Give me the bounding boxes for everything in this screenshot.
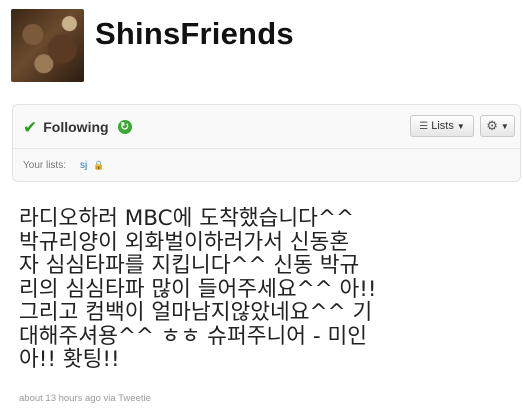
tweet-meta: about 13 hours ago via Tweetie bbox=[19, 393, 151, 404]
following-label: Following bbox=[43, 119, 109, 135]
list-link-sj[interactable]: sj bbox=[80, 160, 87, 171]
profile-screen-name: ShinsFriends bbox=[95, 16, 294, 51]
tweet-line: 대해주셔용^^ ㅎㅎ 슈퍼주니어 - 미인 bbox=[19, 323, 368, 349]
settings-menu-button[interactable]: ⚙ ▼ bbox=[480, 115, 515, 137]
tweet-line: 박규리양이 외화벌이하러가서 신동혼 bbox=[19, 229, 350, 255]
tweet-source-link[interactable]: Tweetie bbox=[118, 393, 151, 404]
lists-icon: ☰ bbox=[419, 120, 429, 132]
tweet-line: 자 심심타파를 지킵니다^^ 신동 박규 bbox=[19, 253, 360, 278]
tweet-line: 아!! 홧팅!! bbox=[19, 347, 120, 372]
lists-button[interactable]: ☰ Lists ▼ bbox=[410, 115, 474, 137]
checkmark-icon: ✔ bbox=[23, 117, 38, 137]
tweet-text: 라디오하러 MBC에 도착했습니다^^ 박규리양이 외화벌이하러가서 신동혼 자… bbox=[19, 207, 469, 372]
refresh-icon[interactable]: ↻ bbox=[117, 120, 132, 134]
tweet-line: 그리고 컴백이 얼마남지않았네요^^ 기 bbox=[19, 300, 373, 325]
following-status[interactable]: ✔ Following ↻ bbox=[23, 117, 132, 137]
chevron-down-icon: ▼ bbox=[500, 121, 509, 131]
tweet-line: 리의 심심타파 많이 들어주세요^^ 아!! bbox=[19, 276, 377, 302]
via-label: via bbox=[103, 393, 116, 404]
tweet-line: 라디오하러 MBC에 도착했습니다^^ bbox=[19, 206, 354, 231]
your-lists-label: Your lists: bbox=[23, 160, 66, 171]
tweet-timestamp-link[interactable]: about 13 hours ago bbox=[19, 393, 101, 404]
panel-divider bbox=[13, 148, 520, 149]
chevron-down-icon: ▼ bbox=[456, 121, 465, 131]
lists-button-label: Lists bbox=[431, 120, 454, 132]
profile-avatar[interactable] bbox=[11, 9, 84, 82]
gear-icon: ⚙ bbox=[486, 118, 498, 133]
lock-icon: 🔒 bbox=[93, 160, 105, 170]
follow-panel: ✔ Following ↻ ☰ Lists ▼ ⚙ ▼ Your lists: … bbox=[12, 104, 521, 182]
